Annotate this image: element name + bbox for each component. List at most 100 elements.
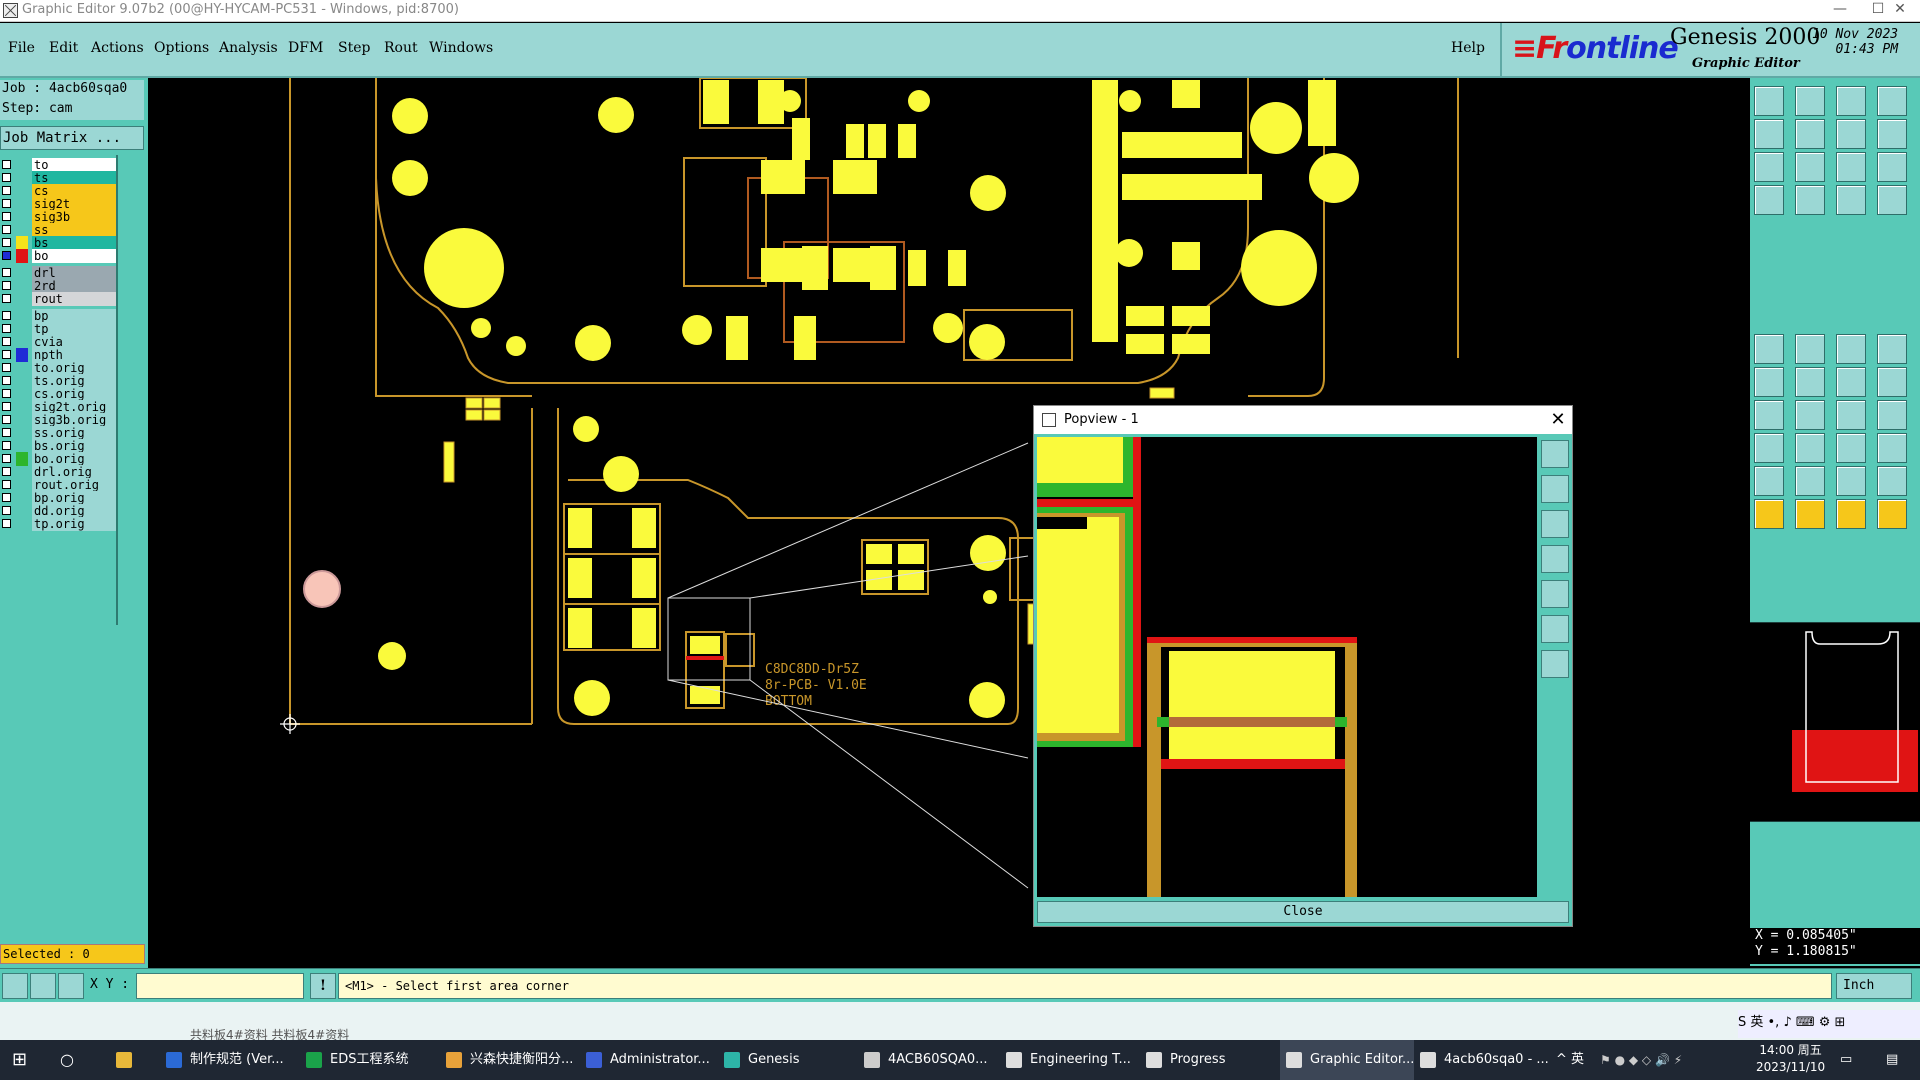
layer-checkbox[interactable] [2,160,11,169]
popview-tool-1[interactable] [1541,440,1569,468]
layer-checkbox[interactable] [2,415,11,424]
layer-checkbox[interactable] [2,225,11,234]
select-move-tool-button[interactable] [1795,499,1825,529]
slash-tool-button[interactable] [1795,400,1825,430]
popview-tool-6[interactable] [1541,615,1569,643]
layer-checkbox[interactable] [2,480,11,489]
zoom-forward-tool-button[interactable] [1795,119,1825,149]
triangle-d-tool-button[interactable] [1877,466,1907,496]
popview-tool-2[interactable] [1541,475,1569,503]
taskbar-item[interactable]: 兴森快捷衡阳分... [440,1040,574,1080]
status-tool-icon-1[interactable] [2,973,28,999]
layer-checkbox[interactable] [2,238,11,247]
pad-move-tool-button[interactable] [1754,433,1784,463]
layer-checkbox[interactable] [2,268,11,277]
layer-row-rout[interactable]: rout [0,291,118,307]
select-copy-tool-button[interactable] [1836,499,1866,529]
layer-checkbox[interactable] [2,454,11,463]
triangle-a-tool-button[interactable] [1754,466,1784,496]
taskbar-item[interactable]: 4acb60sqa0 - ... [1414,1040,1549,1080]
taskbar-item[interactable]: Administrator... [580,1040,714,1080]
taskbar-item[interactable]: Progress [1140,1040,1274,1080]
layer-row-tp-orig[interactable]: tp.orig [0,516,118,532]
popview-close-button[interactable]: Close [1037,901,1569,923]
flip-tool-button[interactable] [1877,400,1907,430]
fill-tool-button[interactable] [1877,334,1907,364]
redraw-tool-button[interactable] [1877,119,1907,149]
snap-center-tool-button[interactable] [1877,185,1907,215]
layer-checkbox[interactable] [2,428,11,437]
menu-dfm[interactable]: DFM [288,40,323,56]
connect-tool-button[interactable] [1754,367,1784,397]
taskbar-item[interactable]: 制作规范 (Ver... [160,1040,294,1080]
layer-name[interactable]: rout [32,292,116,306]
fit-screen-tool-button[interactable] [1795,152,1825,182]
select-tool-button[interactable] [1754,499,1784,529]
menu-analysis[interactable]: Analysis [219,40,278,56]
taskbar-clock[interactable]: 14:00 周五 2023/11/10 [1756,1042,1825,1076]
popview-tool-4[interactable] [1541,545,1569,573]
shape-tool-button[interactable] [1877,433,1907,463]
system-tray[interactable]: ^ 英 [1556,1040,1584,1080]
layer-checkbox[interactable] [2,324,11,333]
layer-name[interactable]: bo [32,249,116,263]
route-tool-button[interactable] [1877,367,1907,397]
undo-step-tool-button[interactable] [1795,86,1825,116]
taskbar-item[interactable]: Engineering T... [1000,1040,1134,1080]
menu-edit[interactable]: Edit [49,40,78,56]
layer-checkbox[interactable] [2,173,11,182]
query-tool-button[interactable] [1877,152,1907,182]
taskbar-item[interactable]: Graphic Editor... [1280,1040,1414,1080]
layer-checkbox[interactable] [2,363,11,372]
layer-checkbox[interactable] [2,199,11,208]
snap-tool-button[interactable] [1836,185,1866,215]
show-desktop-icon[interactable]: ▭ [1840,1040,1870,1080]
search-icon[interactable]: ○ [60,1040,88,1080]
zoom-area-tool-button[interactable] [1836,119,1866,149]
menu-actions[interactable]: Actions [91,40,144,56]
layer-checkbox[interactable] [2,281,11,290]
window-tool-button[interactable] [1877,86,1907,116]
add-line-tool-button[interactable] [1795,334,1825,364]
menu-rout[interactable]: Rout [384,40,418,56]
layer-checkbox[interactable] [2,212,11,221]
popview-tool-7[interactable] [1541,650,1569,678]
taskbar-item[interactable]: 4ACB60SQA0... [858,1040,992,1080]
ruler-tool-button[interactable] [1836,334,1866,364]
layer-color-swatch[interactable] [16,249,28,263]
add-pad-tool-button[interactable] [1754,334,1784,364]
menu-options[interactable]: Options [154,40,209,56]
grid-icon[interactable] [58,973,84,999]
triangle-b-tool-button[interactable] [1795,466,1825,496]
notification-icon[interactable]: ▤ [1886,1040,1916,1080]
arc-add-tool-button[interactable] [1836,367,1866,397]
layer-checkbox[interactable] [2,251,11,260]
resize-tool-button[interactable] [1836,433,1866,463]
layer-checkbox[interactable] [2,493,11,502]
file-explorer-icon[interactable] [116,1040,144,1080]
start-button[interactable]: ⊞ [12,1040,40,1080]
popview-tool-5[interactable] [1541,580,1569,608]
rotate-tool-button[interactable] [1836,400,1866,430]
status-tool-icon-2[interactable] [30,973,56,999]
line-draw-tool-button[interactable] [1754,400,1784,430]
select-multi-tool-button[interactable] [1877,499,1907,529]
split-tool-button[interactable] [1795,433,1825,463]
overview-map[interactable] [1750,621,1920,823]
layer-checkbox[interactable] [2,350,11,359]
measure-tool-button[interactable] [1754,185,1784,215]
menu-windows[interactable]: Windows [429,40,493,56]
popview-close-icon[interactable]: ✕ [1544,406,1572,434]
grid-tool-button[interactable] [1795,185,1825,215]
layer-checkbox[interactable] [2,376,11,385]
layer-checkbox[interactable] [2,467,11,476]
ime-toolbar[interactable]: S 英 •, ♪ ⌨ ⚙ ⊞ [1738,1010,1920,1038]
layer-name[interactable]: tp.orig [32,517,116,531]
layer-checkbox[interactable] [2,519,11,528]
popview-tool-3[interactable] [1541,510,1569,538]
fit-profile-tool-button[interactable] [1754,152,1784,182]
popview-zoom-image[interactable] [1037,437,1537,897]
pan-tool-button[interactable] [1754,86,1784,116]
taskbar-item[interactable]: EDS工程系统 [300,1040,434,1080]
triangle-c-tool-button[interactable] [1836,466,1866,496]
